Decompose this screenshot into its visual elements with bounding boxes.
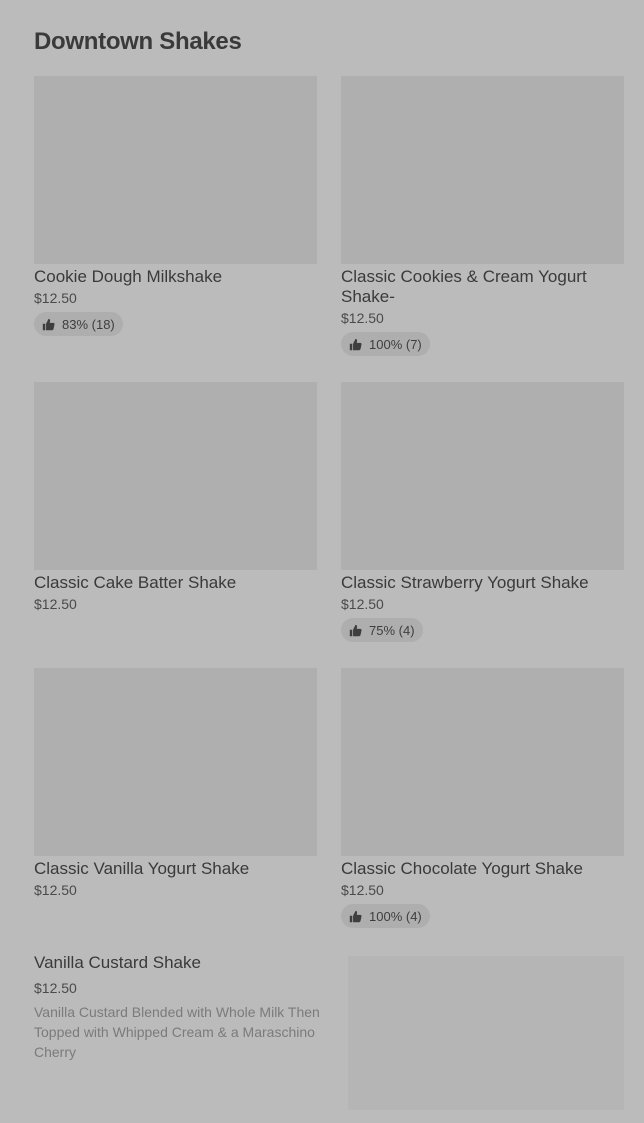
featured-item-description: Vanilla Custard Blended with Whole Milk …: [34, 1004, 320, 1060]
menu-item-card[interactable]: Cookie Dough Milkshake $12.50 83% (18): [34, 76, 317, 336]
rating-badge: 100% (7): [341, 332, 430, 356]
item-price: $12.50: [341, 882, 384, 898]
rating-badge: 100% (4): [341, 904, 430, 928]
rating-badge: 83% (18): [34, 312, 123, 336]
thumbs-up-icon: [349, 338, 362, 350]
item-name: Classic Vanilla Yogurt Shake: [34, 859, 250, 878]
featured-item-info: Vanilla Custard Shake $12.50 Vanilla Cus…: [34, 952, 334, 1062]
item-image[interactable]: [341, 668, 624, 856]
item-name: Cookie Dough Milkshake: [34, 267, 223, 286]
thumbs-up-icon: [349, 910, 362, 922]
rating-badge: 75% (4): [341, 618, 423, 642]
item-image[interactable]: [34, 668, 317, 856]
menu-item-card[interactable]: Classic Vanilla Yogurt Shake $12.50: [34, 668, 317, 899]
rating-text: 100% (4): [369, 908, 422, 924]
menu-item-card[interactable]: Classic Chocolate Yogurt Shake $12.50 10…: [341, 668, 624, 928]
item-price: $12.50: [34, 290, 77, 306]
item-name: Classic Cookies & Cream Yogurt Shake-: [341, 267, 587, 306]
item-price: $12.50: [34, 596, 77, 612]
thumbs-up-icon: [349, 624, 362, 636]
item-price: $12.50: [34, 882, 77, 898]
item-name: Classic Strawberry Yogurt Shake: [341, 573, 589, 592]
menu-item-card[interactable]: Classic Cookies & Cream Yogurt Shake- $1…: [341, 76, 624, 356]
rating-text: 75% (4): [369, 622, 415, 638]
item-image[interactable]: [34, 76, 317, 264]
item-image[interactable]: [341, 76, 624, 264]
item-image[interactable]: [341, 382, 624, 570]
featured-menu-item-card[interactable]: Vanilla Custard Shake $12.50 Vanilla Cus…: [34, 952, 634, 1112]
item-price: $12.50: [341, 310, 384, 326]
rating-text: 100% (7): [369, 336, 422, 352]
featured-item-price: $12.50: [34, 980, 77, 996]
item-price: $12.50: [341, 596, 384, 612]
section-title: Downtown Shakes: [34, 28, 242, 55]
item-name: Classic Chocolate Yogurt Shake: [341, 859, 583, 878]
rating-text: 83% (18): [62, 316, 115, 332]
item-name: Classic Cake Batter Shake: [34, 573, 237, 592]
menu-item-card[interactable]: Classic Strawberry Yogurt Shake $12.50 7…: [341, 382, 624, 642]
featured-item-name: Vanilla Custard Shake: [34, 953, 201, 972]
thumbs-up-icon: [42, 318, 55, 330]
menu-item-card[interactable]: Classic Cake Batter Shake $12.50: [34, 382, 317, 613]
featured-item-image[interactable]: [348, 956, 624, 1110]
item-image[interactable]: [34, 382, 317, 570]
